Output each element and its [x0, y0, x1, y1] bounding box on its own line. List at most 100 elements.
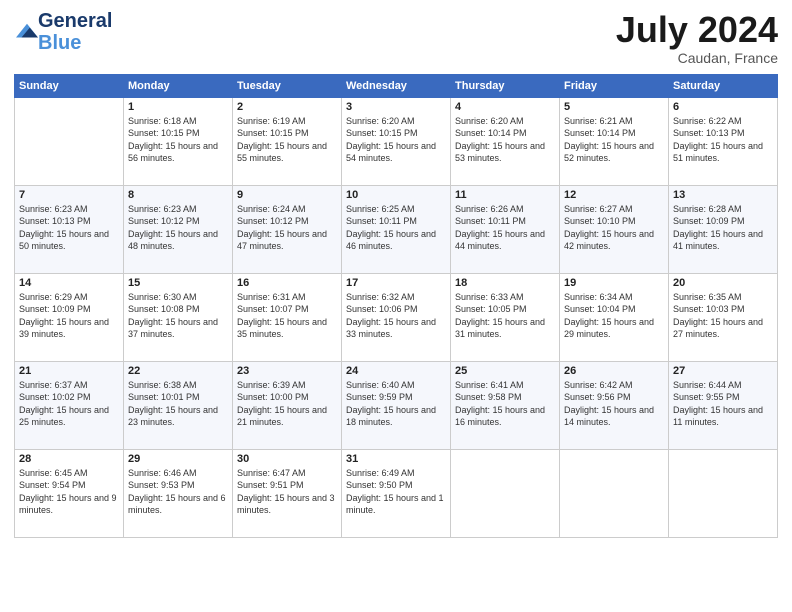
calendar-cell-w4-d4: 24Sunrise: 6:40 AMSunset: 9:59 PMDayligh…	[342, 361, 451, 449]
day-number: 12	[564, 189, 664, 201]
day-detail: Sunrise: 6:39 AMSunset: 10:00 PMDaylight…	[237, 379, 337, 429]
calendar-cell-w1-d2: 1 Sunrise: 6:18 AMSunset: 10:15 PMDayligh…	[124, 97, 233, 185]
day-number: 2	[237, 101, 337, 113]
header-sunday: Sunday	[15, 74, 124, 97]
calendar-cell-w3-d5: 18 Sunrise: 6:33 AMSunset: 10:05 PMDaylig…	[451, 273, 560, 361]
day-number: 28	[19, 453, 119, 465]
day-detail: Sunrise: 6:21 AMSunset: 10:14 PMDaylight…	[564, 115, 664, 165]
day-detail: Sunrise: 6:41 AMSunset: 9:58 PMDaylight:…	[455, 379, 555, 429]
day-detail: Sunrise: 6:46 AMSunset: 9:53 PMDaylight:…	[128, 467, 228, 517]
day-detail: Sunrise: 6:47 AMSunset: 9:51 PMDaylight:…	[237, 467, 337, 517]
calendar-cell-w4-d3: 23 Sunrise: 6:39 AMSunset: 10:00 PMDaylig…	[233, 361, 342, 449]
calendar-cell-w5-d5	[451, 449, 560, 537]
day-detail: Sunrise: 6:20 AMSunset: 10:15 PMDaylight…	[346, 115, 446, 165]
week-row-1: 1 Sunrise: 6:18 AMSunset: 10:15 PMDayligh…	[15, 97, 778, 185]
calendar-cell-w3-d6: 19 Sunrise: 6:34 AMSunset: 10:04 PMDaylig…	[560, 273, 669, 361]
day-detail: Sunrise: 6:23 AMSunset: 10:13 PMDaylight…	[19, 203, 119, 253]
day-detail: Sunrise: 6:19 AMSunset: 10:15 PMDaylight…	[237, 115, 337, 165]
calendar-cell-w4-d1: 21Sunrise: 6:37 AMSunset: 10:02 PMDaylig…	[15, 361, 124, 449]
day-detail: Sunrise: 6:20 AMSunset: 10:14 PMDaylight…	[455, 115, 555, 165]
calendar-cell-w3-d4: 17 Sunrise: 6:32 AMSunset: 10:06 PMDaylig…	[342, 273, 451, 361]
day-number: 30	[237, 453, 337, 465]
day-number: 22	[128, 365, 228, 377]
calendar-cell-w1-d4: 3Sunrise: 6:20 AMSunset: 10:15 PMDayligh…	[342, 97, 451, 185]
calendar-cell-w2-d3: 9Sunrise: 6:24 AMSunset: 10:12 PMDayligh…	[233, 185, 342, 273]
day-number: 8	[128, 189, 228, 201]
day-number: 27	[673, 365, 773, 377]
day-number: 19	[564, 277, 664, 289]
header-monday: Monday	[124, 74, 233, 97]
title-block: July 2024 Caudan, France	[616, 10, 778, 66]
day-number: 5	[564, 101, 664, 113]
week-row-5: 28 Sunrise: 6:45 AMSunset: 9:54 PMDayligh…	[15, 449, 778, 537]
day-detail: Sunrise: 6:22 AMSunset: 10:13 PMDaylight…	[673, 115, 773, 165]
day-detail: Sunrise: 6:32 AMSunset: 10:06 PMDaylight…	[346, 291, 446, 341]
calendar-cell-w3-d2: 15 Sunrise: 6:30 AMSunset: 10:08 PMDaylig…	[124, 273, 233, 361]
location: Caudan, France	[616, 50, 778, 66]
calendar-cell-w3-d7: 20Sunrise: 6:35 AMSunset: 10:03 PMDaylig…	[669, 273, 778, 361]
calendar-cell-w4-d7: 27 Sunrise: 6:44 AMSunset: 9:55 PMDayligh…	[669, 361, 778, 449]
calendar-cell-w2-d2: 8 Sunrise: 6:23 AMSunset: 10:12 PMDayligh…	[124, 185, 233, 273]
calendar-cell-w2-d1: 7 Sunrise: 6:23 AMSunset: 10:13 PMDayligh…	[15, 185, 124, 273]
day-number: 9	[237, 189, 337, 201]
day-number: 18	[455, 277, 555, 289]
calendar-cell-w5-d3: 30 Sunrise: 6:47 AMSunset: 9:51 PMDayligh…	[233, 449, 342, 537]
week-row-2: 7 Sunrise: 6:23 AMSunset: 10:13 PMDayligh…	[15, 185, 778, 273]
calendar-cell-w1-d5: 4Sunrise: 6:20 AMSunset: 10:14 PMDayligh…	[451, 97, 560, 185]
calendar-cell-w1-d1	[15, 97, 124, 185]
logo-text: GeneralBlue	[38, 10, 112, 54]
day-detail: Sunrise: 6:42 AMSunset: 9:56 PMDaylight:…	[564, 379, 664, 429]
calendar-cell-w3-d3: 16Sunrise: 6:31 AMSunset: 10:07 PMDaylig…	[233, 273, 342, 361]
calendar-cell-w1-d7: 6Sunrise: 6:22 AMSunset: 10:13 PMDayligh…	[669, 97, 778, 185]
calendar-cell-w5-d1: 28 Sunrise: 6:45 AMSunset: 9:54 PMDayligh…	[15, 449, 124, 537]
calendar-cell-w2-d5: 11 Sunrise: 6:26 AMSunset: 10:11 PMDaylig…	[451, 185, 560, 273]
day-number: 1	[128, 101, 228, 113]
day-detail: Sunrise: 6:27 AMSunset: 10:10 PMDaylight…	[564, 203, 664, 253]
week-row-4: 21Sunrise: 6:37 AMSunset: 10:02 PMDaylig…	[15, 361, 778, 449]
day-detail: Sunrise: 6:37 AMSunset: 10:02 PMDaylight…	[19, 379, 119, 429]
day-detail: Sunrise: 6:29 AMSunset: 10:09 PMDaylight…	[19, 291, 119, 341]
calendar-table: Sunday Monday Tuesday Wednesday Thursday…	[14, 74, 778, 538]
day-detail: Sunrise: 6:45 AMSunset: 9:54 PMDaylight:…	[19, 467, 119, 517]
day-detail: Sunrise: 6:25 AMSunset: 10:11 PMDaylight…	[346, 203, 446, 253]
day-number: 25	[455, 365, 555, 377]
day-detail: Sunrise: 6:33 AMSunset: 10:05 PMDaylight…	[455, 291, 555, 341]
day-number: 10	[346, 189, 446, 201]
day-detail: Sunrise: 6:18 AMSunset: 10:15 PMDaylight…	[128, 115, 228, 165]
day-detail: Sunrise: 6:23 AMSunset: 10:12 PMDaylight…	[128, 203, 228, 253]
day-number: 14	[19, 277, 119, 289]
day-number: 13	[673, 189, 773, 201]
calendar-cell-w1-d3: 2 Sunrise: 6:19 AMSunset: 10:15 PMDayligh…	[233, 97, 342, 185]
day-detail: Sunrise: 6:26 AMSunset: 10:11 PMDaylight…	[455, 203, 555, 253]
calendar-header-row: Sunday Monday Tuesday Wednesday Thursday…	[15, 74, 778, 97]
header-wednesday: Wednesday	[342, 74, 451, 97]
header: GeneralBlue July 2024 Caudan, France	[14, 10, 778, 66]
week-row-3: 14 Sunrise: 6:29 AMSunset: 10:09 PMDaylig…	[15, 273, 778, 361]
day-detail: Sunrise: 6:30 AMSunset: 10:08 PMDaylight…	[128, 291, 228, 341]
month-title: July 2024	[616, 10, 778, 50]
day-number: 23	[237, 365, 337, 377]
day-detail: Sunrise: 6:44 AMSunset: 9:55 PMDaylight:…	[673, 379, 773, 429]
day-detail: Sunrise: 6:28 AMSunset: 10:09 PMDaylight…	[673, 203, 773, 253]
logo-icon	[16, 21, 38, 43]
header-tuesday: Tuesday	[233, 74, 342, 97]
day-number: 24	[346, 365, 446, 377]
day-number: 11	[455, 189, 555, 201]
day-number: 15	[128, 277, 228, 289]
day-number: 7	[19, 189, 119, 201]
day-number: 26	[564, 365, 664, 377]
day-detail: Sunrise: 6:34 AMSunset: 10:04 PMDaylight…	[564, 291, 664, 341]
page: GeneralBlue July 2024 Caudan, France Sun…	[0, 0, 792, 612]
header-saturday: Saturday	[669, 74, 778, 97]
calendar-cell-w5-d7	[669, 449, 778, 537]
day-detail: Sunrise: 6:49 AMSunset: 9:50 PMDaylight:…	[346, 467, 446, 517]
calendar-cell-w1-d6: 5 Sunrise: 6:21 AMSunset: 10:14 PMDayligh…	[560, 97, 669, 185]
calendar-cell-w5-d6	[560, 449, 669, 537]
calendar-cell-w4-d2: 22Sunrise: 6:38 AMSunset: 10:01 PMDaylig…	[124, 361, 233, 449]
calendar-cell-w4-d6: 26 Sunrise: 6:42 AMSunset: 9:56 PMDayligh…	[560, 361, 669, 449]
calendar-cell-w4-d5: 25 Sunrise: 6:41 AMSunset: 9:58 PMDayligh…	[451, 361, 560, 449]
day-number: 16	[237, 277, 337, 289]
day-number: 17	[346, 277, 446, 289]
calendar-cell-w2-d4: 10 Sunrise: 6:25 AMSunset: 10:11 PMDaylig…	[342, 185, 451, 273]
logo: GeneralBlue	[14, 10, 112, 54]
